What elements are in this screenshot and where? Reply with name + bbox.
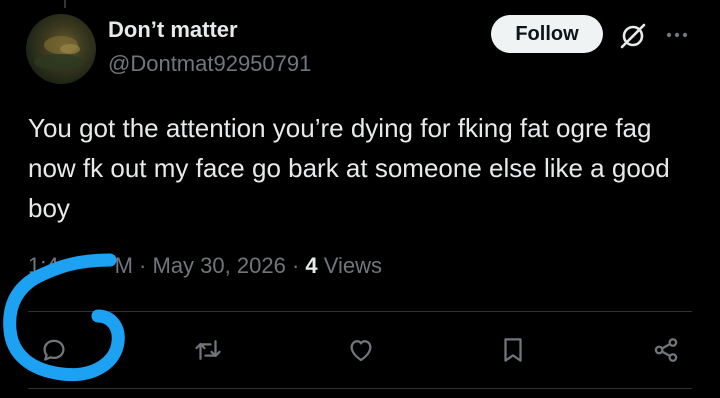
author-handle[interactable]: @Dontmat92950791 (108, 51, 311, 77)
retweet-icon (195, 340, 221, 360)
reply-icon (43, 339, 65, 361)
tweet-time[interactable]: 1:4 M (28, 253, 133, 278)
meta-separator: · (291, 253, 300, 278)
divider-top (28, 311, 692, 312)
views-count: 4 (305, 253, 318, 278)
avatar[interactable] (26, 14, 96, 84)
reply-button[interactable] (36, 332, 72, 368)
like-button[interactable] (343, 332, 379, 368)
share-button[interactable] (648, 332, 684, 368)
meta-separator: · (139, 253, 147, 278)
more-icon[interactable] (662, 20, 692, 50)
follow-button[interactable]: Follow (491, 15, 603, 53)
retweet-button[interactable] (190, 332, 226, 368)
bookmark-button[interactable] (495, 332, 531, 368)
tweet-date[interactable]: May 30, 2026 (153, 253, 286, 278)
thread-line (64, 0, 66, 8)
grok-icon[interactable] (618, 21, 648, 51)
share-icon (654, 338, 678, 362)
divider-bottom (28, 388, 692, 389)
tweet-meta: 1:4 M · May 30, 2026 · 4 Views (28, 253, 382, 279)
tweet-text: You got the attention you’re dying for f… (28, 113, 670, 223)
author-display-name[interactable]: Don’t matter (108, 17, 238, 43)
like-icon (350, 340, 372, 362)
bookmark-icon (504, 338, 522, 362)
tweet-time-suffix: M (114, 253, 133, 278)
tweet-time-visible: 1:4 (28, 253, 59, 278)
views-label: Views (323, 253, 383, 278)
